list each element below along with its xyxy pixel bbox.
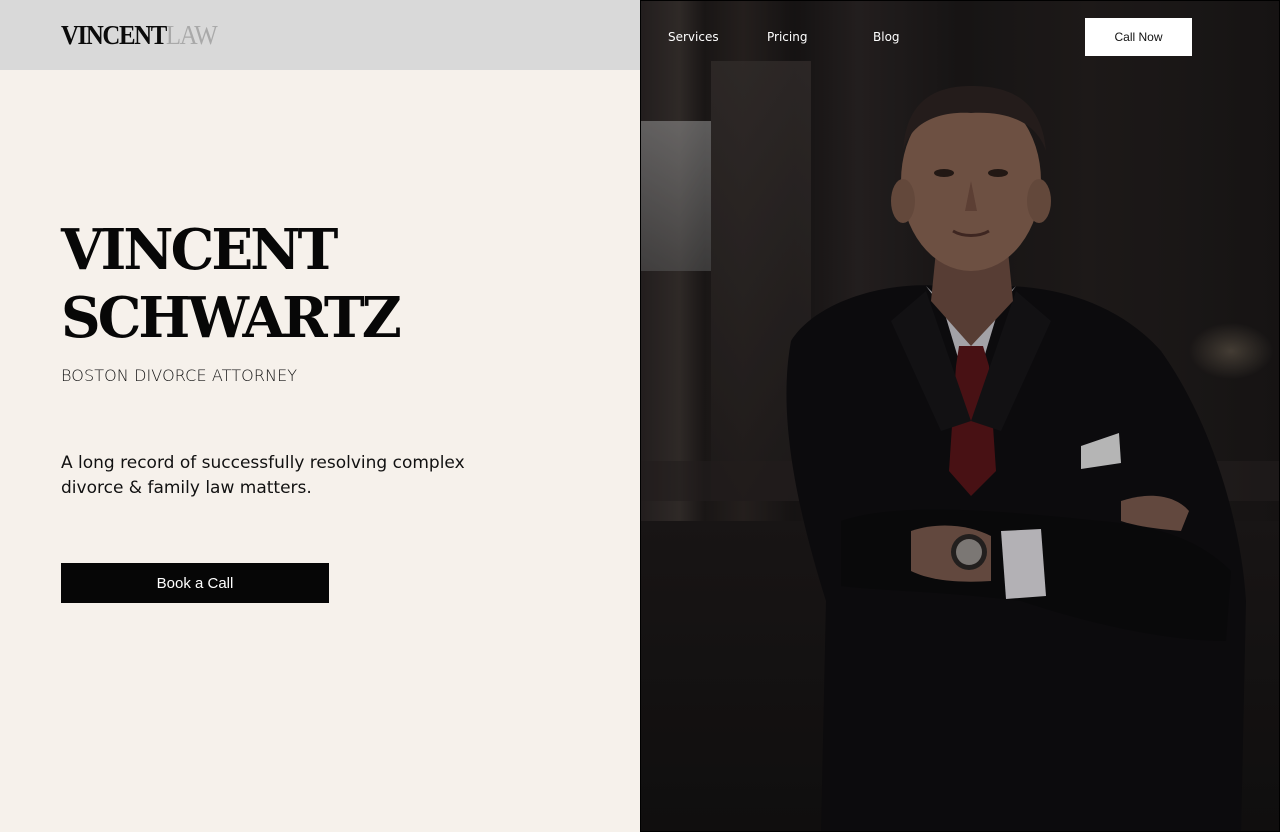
hero-name-line2: SCHWARTZ (61, 285, 402, 351)
header-bar: VINCENTLAW (0, 0, 640, 70)
nav-pricing[interactable]: Pricing (767, 30, 807, 44)
logo-light-text: LAW (165, 20, 218, 50)
hero-description: A long record of successfully resolving … (61, 453, 465, 498)
logo-bold-text: VINCENT (61, 20, 167, 50)
site-logo[interactable]: VINCENTLAW (61, 20, 218, 50)
hero-name: VINCENT SCHWARTZ (61, 216, 402, 352)
nav-blog[interactable]: Blog (873, 30, 900, 44)
attorney-photo (640, 0, 1280, 832)
call-now-button[interactable]: Call Now (1085, 18, 1192, 56)
attorney-figure (641, 1, 1279, 831)
book-call-button[interactable]: Book a Call (61, 563, 329, 603)
nav-services[interactable]: Services (668, 30, 719, 44)
hero-subtitle: BOSTON DIVORCE ATTORNEY (61, 366, 298, 385)
hero-name-line1: VINCENT (61, 217, 338, 283)
